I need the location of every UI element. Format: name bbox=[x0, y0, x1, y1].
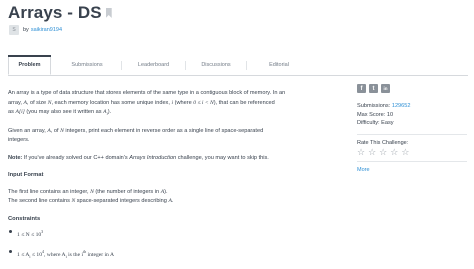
input-format-heading: Input Format bbox=[8, 172, 44, 179]
task-text: Given an array, bbox=[8, 127, 48, 134]
constraint-text: 1 ≤ N ≤ 10 bbox=[17, 231, 42, 238]
constraints-section: Constraints 1 ≤ N ≤ 103 1 ≤ Ai ≤ 104, wh… bbox=[8, 215, 351, 262]
star-icon[interactable]: ☆ bbox=[368, 148, 376, 158]
intro-text: (you may also see it written as bbox=[24, 109, 104, 115]
more-link[interactable]: More bbox=[357, 167, 467, 173]
intro-text: array, bbox=[8, 99, 24, 106]
array-ref: A[i] bbox=[15, 109, 25, 115]
constraint-text: is the i bbox=[66, 252, 84, 259]
submissions-count-link[interactable]: 129652 bbox=[392, 103, 411, 109]
tab-editorial[interactable]: Editorial bbox=[247, 55, 311, 75]
star-icon[interactable]: ☆ bbox=[401, 148, 409, 158]
constraint-exponent: 3 bbox=[41, 229, 44, 235]
sidebar-divider bbox=[357, 133, 467, 135]
linkedin-icon[interactable]: in bbox=[381, 84, 390, 93]
tab-submissions[interactable]: Submissions bbox=[53, 55, 121, 75]
input-format-paragraph: The first line contains an integer, N (t… bbox=[8, 188, 351, 207]
intro-text: (where bbox=[173, 99, 194, 106]
challenge-sidebar: f t in Submissions: 129652 Max Score: 10… bbox=[357, 84, 467, 173]
rate-label: Rate This Challenge: bbox=[357, 139, 409, 146]
constraints-heading: Constraints bbox=[8, 215, 41, 222]
challenge-tabs: Problem Submissions Leaderboard Discussi… bbox=[8, 55, 468, 76]
submissions-label: Submissions: bbox=[357, 103, 392, 109]
note-label: Note: bbox=[8, 154, 23, 161]
input-text: . bbox=[171, 198, 174, 205]
tab-leaderboard[interactable]: Leaderboard bbox=[122, 55, 185, 75]
note-text: challenge, you may want to skip this. bbox=[176, 154, 269, 161]
constraint-text: 1 ≤ A bbox=[17, 252, 30, 259]
bookmark-icon[interactable] bbox=[105, 8, 112, 18]
author-by-label: by bbox=[23, 27, 29, 33]
constraint-item: 1 ≤ Ai ≤ 104, where Ai is the ith intege… bbox=[8, 247, 351, 261]
tab-discussions[interactable]: Discussions bbox=[186, 55, 246, 75]
input-text: (the number of integers in bbox=[93, 188, 161, 195]
note-paragraph: Note: If you've already solved our C++ d… bbox=[8, 154, 351, 164]
constraint-item: 1 ≤ N ≤ 103 bbox=[8, 227, 351, 240]
star-icon[interactable]: ☆ bbox=[390, 148, 398, 158]
submissions-stat: Submissions: 129652 bbox=[357, 102, 467, 111]
intro-text: An array is a type of data structure tha… bbox=[8, 90, 286, 96]
intro-text: ). bbox=[107, 109, 112, 115]
input-text: The second line contains bbox=[8, 198, 72, 205]
problem-statement: An array is a type of data structure tha… bbox=[8, 89, 351, 269]
bullet-icon bbox=[9, 230, 12, 234]
input-text: ). bbox=[164, 188, 168, 195]
task-paragraph: Given an array, A, of N integers, print … bbox=[8, 127, 351, 146]
index-condition: 0 ≤ i < N bbox=[193, 99, 214, 106]
constraint-text: , where A bbox=[44, 252, 66, 259]
twitter-icon[interactable]: t bbox=[369, 84, 378, 93]
input-text: The first line contains an integer, bbox=[8, 188, 91, 195]
constraint-text: integer in A bbox=[86, 252, 114, 259]
author-row: S by saikiran9194 bbox=[9, 25, 62, 35]
input-text: space-separated integers describing bbox=[75, 198, 169, 205]
author-link[interactable]: saikiran9194 bbox=[31, 27, 62, 33]
constraints-list: 1 ≤ N ≤ 103 1 ≤ Ai ≤ 104, where Ai is th… bbox=[8, 227, 351, 262]
avatar[interactable]: S bbox=[9, 25, 19, 35]
rating-stars: ☆ ☆ ☆ ☆ ☆ bbox=[357, 148, 467, 158]
note-emphasis: Arrays Introduction bbox=[129, 154, 177, 161]
share-icons: f t in bbox=[357, 84, 467, 93]
constraint-text: ≤ 10 bbox=[30, 252, 42, 259]
intro-text: , each memory location has some unique i… bbox=[51, 99, 172, 106]
intro-text: , of size bbox=[26, 99, 48, 106]
difficulty: Difficulty: Easy bbox=[357, 120, 394, 126]
note-text: If you've already solved our C++ domain'… bbox=[22, 154, 130, 161]
task-text: integers, print each element in reverse … bbox=[63, 127, 264, 134]
title-row: Arrays - DS bbox=[8, 3, 112, 23]
star-icon[interactable]: ☆ bbox=[379, 148, 387, 158]
facebook-icon[interactable]: f bbox=[357, 84, 366, 93]
star-icon[interactable]: ☆ bbox=[357, 148, 365, 158]
page-title: Arrays - DS bbox=[8, 3, 102, 22]
intro-paragraph: An array is a type of data structure tha… bbox=[8, 89, 351, 119]
intro-text: ), that can be referenced bbox=[213, 99, 275, 106]
task-text: integers. bbox=[8, 137, 30, 144]
task-text: , of bbox=[50, 127, 61, 134]
max-score: Max Score: 10 bbox=[357, 111, 394, 118]
bullet-icon bbox=[9, 250, 12, 254]
sidebar-divider bbox=[357, 160, 467, 162]
tab-problem[interactable]: Problem bbox=[8, 55, 51, 75]
